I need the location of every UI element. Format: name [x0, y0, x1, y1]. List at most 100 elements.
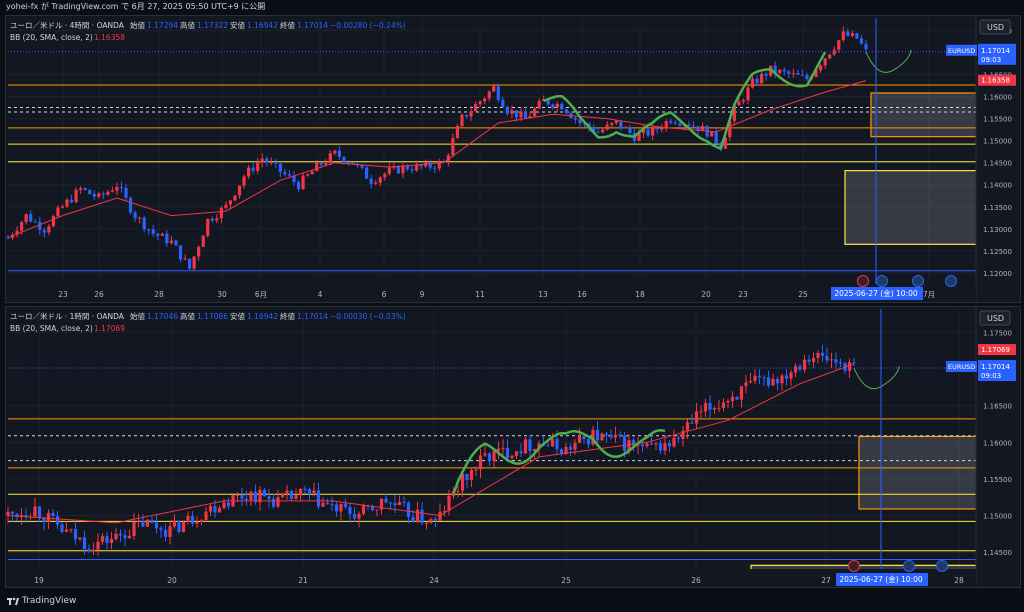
candle-body — [397, 501, 402, 506]
candle-body — [303, 488, 307, 490]
candle-body — [287, 174, 292, 176]
economic-event-icon[interactable] — [936, 560, 948, 572]
candle-body — [201, 235, 205, 247]
candle-body — [159, 528, 163, 530]
candle-body — [208, 505, 213, 512]
bb-value-tag: 1.17069 — [981, 346, 1010, 354]
candle-body — [357, 513, 361, 519]
candle-body — [337, 150, 341, 157]
candle-body — [123, 535, 127, 539]
candle-body — [805, 74, 809, 80]
candle-body — [226, 502, 231, 507]
time-axis — [6, 284, 976, 302]
candle-body — [737, 101, 741, 106]
candle-body — [411, 516, 415, 522]
candle-body — [555, 103, 559, 108]
candle-body — [33, 221, 37, 223]
candle-body — [775, 378, 780, 384]
bollinger-basis-line — [7, 363, 855, 524]
candle-body — [307, 489, 312, 494]
candle-body — [604, 433, 609, 435]
candle-body — [595, 429, 600, 441]
candle-body — [133, 212, 137, 219]
candle-body — [118, 533, 123, 536]
candle-body — [321, 502, 325, 507]
chart-panel-1h[interactable]: 1.17500 1.16500 1.16000 1.15500 1.15000 1.145… — [5, 306, 1021, 588]
candle-body — [533, 108, 537, 117]
candle-body — [310, 171, 314, 175]
candle-body — [841, 31, 845, 41]
crosshair-date-tag: 2025-06-27 (金) 10:00 — [839, 574, 923, 584]
candle-body — [838, 362, 843, 364]
candle-body — [757, 375, 762, 378]
candle-body — [519, 111, 523, 118]
candle-body — [492, 450, 496, 461]
candle-body — [298, 488, 303, 496]
candle-body — [424, 522, 429, 524]
chart-4h-svg[interactable]: 1.175001.165001.160001.155001.150001.145… — [6, 16, 1020, 302]
candle-body — [451, 138, 455, 156]
candle-body — [215, 218, 219, 221]
economic-event-icon[interactable] — [945, 275, 957, 287]
candle-body — [393, 503, 397, 506]
candle-body — [819, 65, 823, 71]
candle-body — [660, 128, 664, 130]
economic-event-icon[interactable] — [857, 275, 869, 287]
economic-event-icon[interactable] — [876, 275, 888, 287]
time-tick-label: 23 — [58, 290, 68, 299]
candle-body — [577, 436, 582, 443]
economic-event-icon[interactable] — [848, 560, 860, 572]
candle-body — [375, 509, 379, 511]
candle-body — [274, 162, 278, 164]
time-tick-label: 30 — [217, 290, 227, 299]
candle-body — [316, 490, 321, 507]
ohlc-label: 始値 — [130, 20, 145, 30]
candle-body — [145, 519, 150, 527]
candle-body — [401, 166, 405, 174]
candle-body — [429, 518, 433, 523]
candle-body — [510, 110, 514, 114]
symbol-tag: EURUSD — [948, 363, 975, 371]
candle-body — [280, 493, 285, 498]
candle-body — [141, 520, 145, 527]
candle-body — [206, 218, 210, 236]
candle-body — [483, 453, 487, 456]
candle-body — [820, 352, 825, 356]
candle-body — [714, 131, 718, 144]
candle-body — [433, 518, 438, 521]
time-tick-label: 20 — [167, 576, 177, 585]
candle-body — [687, 124, 691, 126]
candle-body — [235, 494, 240, 496]
economic-event-icon[interactable] — [912, 275, 924, 287]
candle-body — [210, 218, 214, 221]
candle-body — [605, 124, 609, 130]
time-tick-label: 20 — [701, 290, 711, 299]
price-tick-label: 1.15000 — [983, 138, 1012, 146]
candle-body — [73, 529, 78, 540]
candle-body — [242, 176, 246, 186]
candle-body — [573, 117, 578, 120]
chart-panel-4h[interactable]: 1.175001.165001.160001.155001.150001.145… — [5, 15, 1021, 303]
candle-body — [694, 411, 699, 424]
candle-body — [6, 237, 10, 239]
candle-body — [374, 182, 378, 184]
candle-body — [837, 40, 841, 50]
candle-body — [778, 69, 782, 73]
candle-body — [150, 519, 154, 523]
candle-body — [333, 150, 337, 154]
candle-body — [222, 502, 226, 509]
time-tick-label: 6月 — [255, 290, 267, 299]
candle-body — [142, 217, 146, 230]
candle-body — [415, 509, 420, 522]
chart-1h-svg[interactable]: 1.17500 1.16500 1.16000 1.15500 1.15000 1.145… — [6, 307, 1020, 587]
legend-symbol: ユーロ／米ドル · 1時間 · OANDA — [10, 311, 125, 321]
candle-body — [739, 386, 744, 400]
candle-body — [460, 114, 464, 127]
candle-body — [726, 400, 730, 403]
economic-event-icon[interactable] — [903, 560, 915, 572]
candle-body — [183, 258, 187, 260]
candle-body — [78, 537, 82, 540]
candle-body — [523, 111, 528, 118]
candle-body — [614, 120, 618, 123]
candle-body — [69, 529, 73, 531]
